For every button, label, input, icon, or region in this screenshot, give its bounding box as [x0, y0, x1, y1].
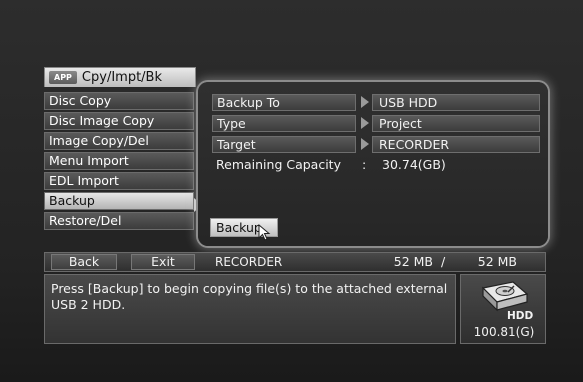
menu-item-disc-image-copy[interactable]: Disc Image Copy — [44, 112, 194, 130]
menu-item-edl-import[interactable]: EDL Import — [44, 172, 194, 190]
remaining-capacity-row: Remaining Capacity : 30.74(GB) — [212, 156, 542, 174]
remaining-capacity-label: Remaining Capacity — [216, 157, 341, 172]
remaining-capacity-value: 30.74(GB) — [382, 157, 446, 172]
hdd-label: HDD — [507, 310, 534, 322]
left-menu: Disc Copy Disc Image Copy Image Copy/Del… — [44, 92, 194, 232]
status-used-size: 52 MB — [393, 254, 433, 269]
back-button[interactable]: Back — [51, 254, 117, 270]
type-value[interactable]: Project — [372, 115, 540, 132]
status-target: RECORDER — [215, 255, 283, 269]
menu-item-backup[interactable]: Backup — [44, 192, 194, 210]
backup-to-value[interactable]: USB HDD — [372, 94, 540, 111]
menu-item-menu-import[interactable]: Menu Import — [44, 152, 194, 170]
arrow-right-icon — [361, 138, 369, 150]
hdd-capacity: 100.81(G) — [473, 325, 535, 339]
pointer-cursor-icon — [258, 224, 271, 241]
app-title: Cpy/Impt/Bk — [81, 70, 162, 85]
help-message: Press [Backup] to begin copying file(s) … — [44, 274, 456, 344]
backup-to-label: Backup To — [212, 94, 356, 111]
target-label: Target — [212, 136, 356, 153]
status-separator: / — [441, 254, 446, 269]
arrow-right-icon — [361, 96, 369, 108]
menu-item-restore-del[interactable]: Restore/Del — [44, 212, 194, 230]
arrow-right-icon — [361, 117, 369, 129]
status-bar: Back Exit RECORDER 52 MB / 52 MB — [44, 252, 546, 272]
exit-button[interactable]: Exit — [131, 254, 195, 270]
target-value[interactable]: RECORDER — [372, 136, 540, 153]
type-label: Type — [212, 115, 356, 132]
menu-item-image-copy-del[interactable]: Image Copy/Del — [44, 132, 194, 150]
menu-item-disc-copy[interactable]: Disc Copy — [44, 92, 194, 110]
status-total-size: 52 MB — [477, 254, 517, 269]
backup-settings-panel: Backup To USB HDD Type Project Target RE… — [198, 82, 548, 246]
hdd-status: HDD 100.81(G) — [460, 274, 546, 344]
app-badge: APP — [49, 71, 77, 84]
app-tab: APP Cpy/Impt/Bk — [44, 67, 196, 87]
remaining-capacity-colon: : — [362, 157, 367, 172]
